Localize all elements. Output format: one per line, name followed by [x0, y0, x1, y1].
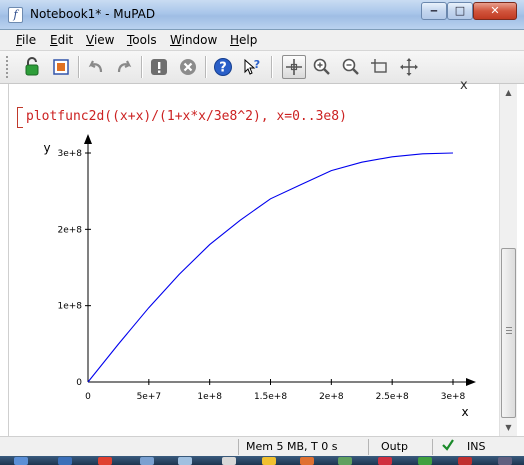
taskbar-app-icon[interactable] — [418, 457, 432, 465]
y-tick-label: 0 — [76, 378, 82, 388]
status-divider — [368, 439, 369, 455]
x-tick-label: 2e+8 — [319, 392, 344, 402]
x-tick-label: 2.5e+8 — [376, 392, 409, 402]
taskbar-app-icon[interactable] — [378, 457, 392, 465]
y-axis-arrow — [84, 134, 92, 144]
status-bar: Mem 5 MB, T 0 s Outp INS — [0, 436, 524, 456]
y-tick-label: 2e+8 — [57, 225, 82, 235]
taskbar-app-icon[interactable] — [178, 457, 192, 465]
os-taskbar — [0, 456, 524, 465]
taskbar-app-icon[interactable] — [140, 457, 154, 465]
y-tick-label: 1e+8 — [57, 302, 82, 312]
taskbar-app-icon[interactable] — [300, 457, 314, 465]
function-curve — [87, 152, 454, 383]
status-mode: INS — [467, 440, 486, 453]
x-tick-label: 0 — [85, 392, 91, 402]
scrollbar-grip-line — [506, 330, 512, 331]
scrollbar-thumb[interactable] — [501, 248, 516, 418]
check-icon — [441, 438, 455, 455]
taskbar-app-icon[interactable] — [498, 457, 512, 465]
x-tick-label: 1.5e+8 — [254, 392, 287, 402]
y-axis-label: y — [43, 141, 50, 155]
taskbar-app-icon[interactable] — [98, 457, 112, 465]
taskbar-app-icon[interactable] — [338, 457, 352, 465]
taskbar-app-icon[interactable] — [222, 457, 236, 465]
taskbar-app-icon[interactable] — [262, 457, 276, 465]
vertical-scrollbar[interactable]: ▲ ▼ — [499, 84, 517, 436]
taskbar-app-icon[interactable] — [14, 457, 28, 465]
x-axis-arrow — [466, 378, 476, 386]
status-divider — [238, 439, 239, 455]
taskbar-app-icon[interactable] — [58, 457, 72, 465]
status-output: Outp — [381, 440, 408, 453]
x-tick-label: 3e+8 — [441, 392, 466, 402]
taskbar-app-icon[interactable] — [458, 457, 472, 465]
x-tick-label: 1e+8 — [197, 392, 222, 402]
y-tick-label: 3e+8 — [57, 149, 82, 159]
scrollbar-grip-line — [506, 327, 512, 328]
status-memory: Mem 5 MB, T 0 s — [246, 440, 338, 453]
plot-canvas[interactable]: 0 5e+7 1e+8 1.5e+8 2e+8 2.5e+8 3e+8 0 1e+8 2e+8 3e… — [0, 0, 524, 465]
status-divider — [432, 439, 433, 455]
scroll-up-arrow-icon[interactable]: ▲ — [500, 84, 517, 101]
x-tick-label: 5e+7 — [137, 392, 162, 402]
scroll-down-arrow-icon[interactable]: ▼ — [500, 419, 517, 436]
scrollbar-grip-line — [506, 333, 512, 334]
x-axis-label: x — [461, 405, 468, 419]
